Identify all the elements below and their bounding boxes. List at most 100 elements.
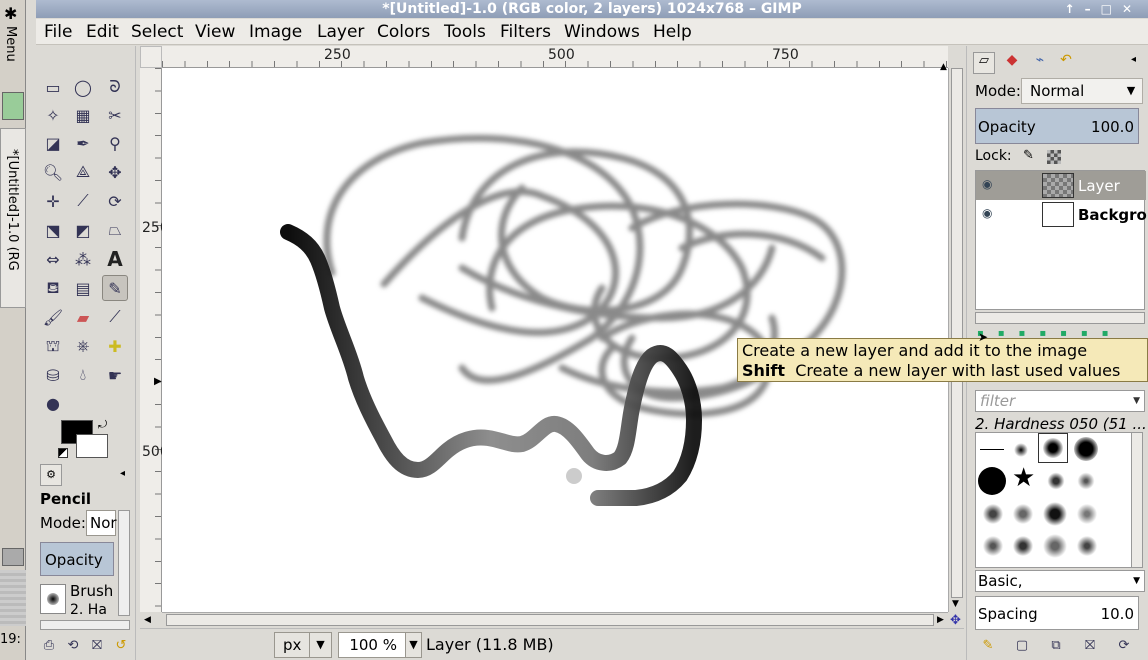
heal-icon[interactable]: ✚ [102,333,128,359]
maximize-button[interactable]: □ [1101,2,1122,16]
paintbrush-icon[interactable]: 🖌︎ [40,304,66,330]
refresh-brushes-icon[interactable]: ⟳ [1113,634,1135,656]
visibility-eye-icon[interactable]: ◉ [982,177,992,191]
perspective-clone-icon[interactable]: ⛁ [40,362,66,388]
paths-icon[interactable]: ✒ [70,130,96,156]
brush-filter-input[interactable]: filter ▼ [975,390,1145,412]
minimize-button[interactable]: – [1085,2,1101,16]
window-title-bar[interactable]: *[Untitled]-1.0 (RGB color, 2 layers) 10… [36,0,1148,18]
brush-item[interactable] [1074,437,1098,461]
color-picker-icon[interactable]: ⚲ [102,130,128,156]
gradient-icon[interactable]: ▤ [70,275,96,301]
vertical-ruler[interactable]: 250 500 ▶ [140,68,169,612]
menu-filters[interactable]: Filters [500,22,551,42]
scroll-left-icon[interactable]: ◀ [144,615,151,625]
color-select-icon[interactable]: ▦ [70,102,96,128]
lock-alpha-icon[interactable] [1047,150,1061,164]
menu-layer[interactable]: Layer [317,22,364,42]
ellipse-select-icon[interactable]: ◯ [70,74,96,100]
undo-history-tab-icon[interactable]: ↶ [1055,52,1077,74]
brush-item[interactable] [1042,501,1068,527]
tool-options-scrollbar[interactable] [118,510,130,616]
brush-preset-combo[interactable]: Basic, ▼ [975,570,1145,592]
brush-item[interactable] [1076,503,1098,525]
close-button[interactable]: ✕ [1122,2,1142,16]
horizontal-ruler[interactable]: 250 500 750 [162,46,948,68]
taskbar-task-button[interactable]: *[Untitled]-1.0 (RG [0,128,26,308]
layer-list-hscroll[interactable] [975,312,1145,324]
cage-icon[interactable]: ⁂ [70,246,96,272]
menu-edit[interactable]: Edit [86,22,119,42]
brush-item[interactable] [1012,535,1034,557]
menu-windows[interactable]: Windows [564,22,640,42]
unit-combo[interactable]: px ▼ [274,632,332,658]
spacing-slider[interactable]: Spacing 10.0 [975,596,1139,630]
brush-item[interactable] [1076,535,1098,557]
restore-options-icon[interactable]: ⟲ [62,634,84,656]
free-select-icon[interactable]: ᘐ [102,74,128,100]
brush-item[interactable] [982,503,1004,525]
move-icon[interactable]: ✥ [102,159,128,185]
taskbar-tray-icon[interactable] [2,548,24,566]
mode-combo[interactable]: Nor [86,510,117,536]
edit-brush-icon[interactable]: ✎ [977,634,999,656]
menu-view[interactable]: View [195,22,235,42]
measure-icon[interactable]: ⟁ [70,159,96,185]
clone-icon[interactable]: ⎈ [70,333,96,359]
smudge-icon[interactable]: ☛ [102,362,128,388]
brush-item[interactable] [982,535,1004,557]
panel-menu-icon[interactable]: ◂ [1131,54,1136,65]
menu-help[interactable]: Help [653,22,692,42]
scroll-down-icon[interactable]: ▼ [952,599,959,609]
rotate-icon[interactable]: ⟳ [102,188,128,214]
visibility-eye-icon[interactable]: ◉ [982,206,992,220]
dodge-burn-icon[interactable]: ● [40,390,66,416]
swap-colors-icon[interactable]: ⤾ [98,418,107,432]
brush-item[interactable] [1076,471,1096,491]
horizontal-scrollbar[interactable]: ◀ ▶ [144,612,948,628]
taskbar-app-icon[interactable] [2,92,24,120]
background-color-swatch[interactable] [76,434,108,458]
duplicate-brush-icon[interactable]: ⧉ [1045,634,1067,656]
scissors-icon[interactable]: ✂ [102,102,128,128]
crop-icon[interactable]: ⟋ [70,188,96,214]
airbrush-icon[interactable]: ⟋ [102,304,128,330]
pencil-icon[interactable]: ✎ [102,275,128,301]
save-options-icon[interactable]: ⎙ [38,634,60,656]
taskbar-menu-label[interactable]: Menu [3,26,18,62]
navigate-icon[interactable]: ✥ [950,613,961,628]
scale-icon[interactable]: ⬔ [40,217,66,243]
brush-item[interactable] [1046,471,1066,491]
tool-options-hscroll[interactable] [40,620,130,630]
menu-colors[interactable]: Colors [377,22,430,42]
reset-options-icon[interactable]: ↺ [110,634,132,656]
text-tool-icon[interactable]: A [102,246,128,272]
vscroll-thumb[interactable] [951,68,963,598]
perspective-icon[interactable]: ⏢ [102,217,128,243]
brush-preview[interactable] [40,584,66,614]
bucket-fill-icon[interactable]: ⛾ [40,275,66,301]
panel-menu-icon[interactable]: ◂ [120,468,125,479]
layer-opacity-slider[interactable]: Opacity 100.0 [975,108,1139,144]
menu-select[interactable]: Select [131,22,183,42]
align-icon[interactable]: ✛ [40,188,66,214]
zoom-combo[interactable]: 100 % ▼ [338,632,422,658]
ink-icon[interactable]: ⛫ [40,333,66,359]
menu-image[interactable]: Image [249,22,302,42]
paths-tab-icon[interactable]: ⌁ [1029,52,1051,74]
star-brush-icon[interactable]: ★ [1012,463,1035,493]
menu-file[interactable]: File [44,22,72,42]
opacity-slider[interactable]: Opacity [40,542,114,576]
tool-options-tab-icon[interactable]: ⚙ [40,464,62,486]
new-brush-icon[interactable]: ▢ [1011,634,1033,656]
taskbar-pager[interactable] [0,570,26,626]
shear-icon[interactable]: ◩ [70,217,96,243]
fuzzy-select-icon[interactable]: ✧ [40,102,66,128]
layers-tab-icon[interactable]: ▱ [973,52,995,74]
layer-row[interactable]: ◉ Layer [976,171,1146,200]
zoom-icon[interactable]: 🔍︎ [40,159,66,185]
ruler-corner[interactable] [140,46,162,68]
scroll-right-icon[interactable]: ▶ [937,615,944,625]
delete-brush-icon[interactable]: ⛝ [1079,634,1101,656]
layer-row[interactable]: ◉ Backgro [976,200,1147,229]
